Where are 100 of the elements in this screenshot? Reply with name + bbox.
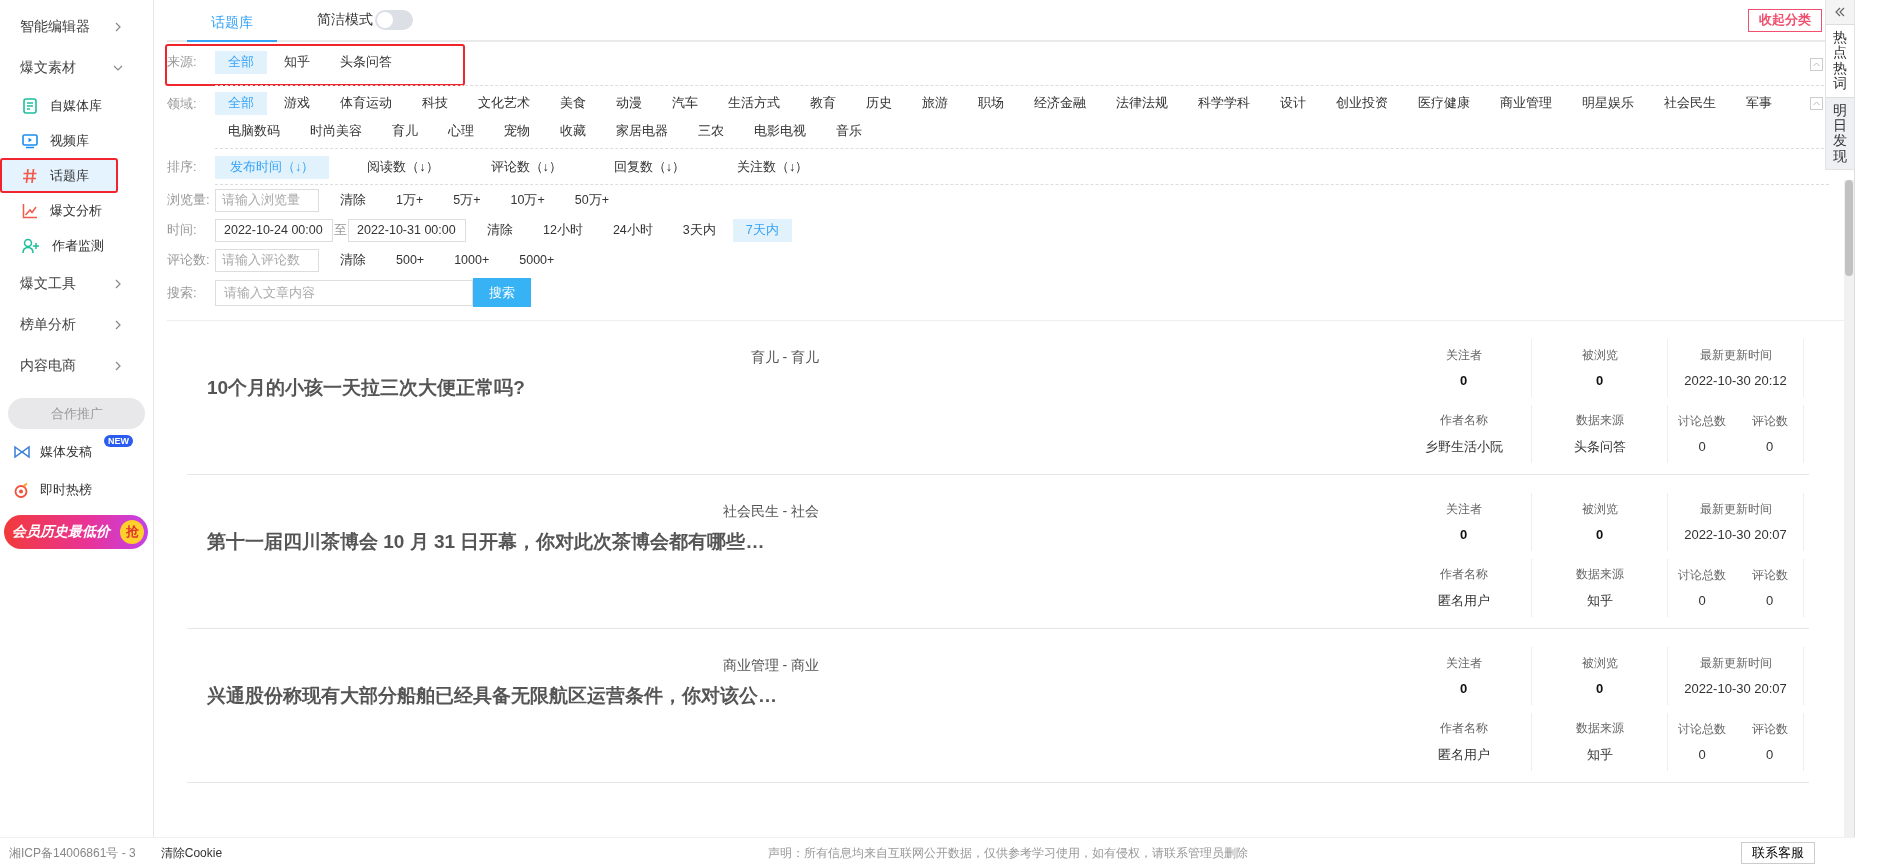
- double-chevron-icon[interactable]: [1834, 6, 1846, 18]
- filter-option[interactable]: 设计: [1267, 92, 1319, 115]
- filter-option[interactable]: 时尚美容: [297, 120, 375, 143]
- filter-option[interactable]: 医疗健康: [1405, 92, 1483, 115]
- filter-option[interactable]: 50万+: [561, 188, 622, 212]
- sidebar-group[interactable]: 榜单分析: [0, 304, 153, 345]
- filter-option[interactable]: 法律法规: [1103, 92, 1181, 115]
- sidebar-item[interactable]: 即时热榜: [0, 471, 153, 509]
- sidebar-group[interactable]: 爆文素材: [0, 47, 153, 88]
- filter-option[interactable]: 24小时: [599, 218, 666, 242]
- filter-option[interactable]: 科技: [409, 92, 461, 115]
- filter-option[interactable]: 游戏: [271, 92, 323, 115]
- clear-cookie-link[interactable]: 清除Cookie: [160, 844, 223, 862]
- filter-option[interactable]: 动漫: [603, 92, 655, 115]
- contact-button[interactable]: 联系客服: [1741, 842, 1815, 864]
- clear-link[interactable]: 清除: [327, 188, 379, 212]
- filter-option[interactable]: 家居电器: [603, 120, 681, 143]
- filter-option[interactable]: 5000+: [506, 248, 568, 272]
- range-separator: 至: [334, 221, 347, 239]
- filter-option[interactable]: 宠物: [491, 120, 543, 143]
- filter-option[interactable]: 5万+: [440, 188, 494, 212]
- chevron-icon: [113, 278, 123, 289]
- sidebar-item[interactable]: 自媒体库: [0, 88, 153, 123]
- filter-option[interactable]: 军事: [1733, 92, 1785, 115]
- stat-value: 匿名用户: [1437, 591, 1490, 610]
- filter-option[interactable]: 生活方式: [715, 92, 793, 115]
- start-date-input[interactable]: 2022-10-24 00:00: [215, 218, 333, 242]
- sidebar-group[interactable]: 爆文工具: [0, 263, 153, 304]
- filter-option[interactable]: 汽车: [659, 92, 711, 115]
- filter-option[interactable]: 三农: [685, 120, 737, 143]
- filter-option[interactable]: 心理: [435, 120, 487, 143]
- topic-title[interactable]: 第十一届四川茶博会 10 月 31 日开幕，你对此次茶博会都有哪些…: [207, 529, 907, 555]
- filter-option[interactable]: 美食: [547, 92, 599, 115]
- filter-option[interactable]: 电影电视: [741, 120, 819, 143]
- sidebar-group[interactable]: 内容电商: [0, 345, 153, 386]
- filter-option[interactable]: 音乐: [823, 120, 875, 143]
- filter-option[interactable]: 经济金融: [1021, 92, 1099, 115]
- filter-option[interactable]: 社会民生: [1651, 92, 1729, 115]
- filter-option[interactable]: 收藏: [547, 120, 599, 143]
- end-date-input[interactable]: 2022-10-31 00:00: [348, 218, 466, 242]
- filter-option[interactable]: 电脑数码: [215, 120, 293, 143]
- filter-option[interactable]: 职场: [965, 92, 1017, 115]
- filter-option[interactable]: 教育: [797, 92, 849, 115]
- sidebar-item[interactable]: 视频库: [0, 123, 153, 158]
- filter-option[interactable]: 文化艺术: [465, 92, 543, 115]
- filter-option[interactable]: 旅游: [909, 92, 961, 115]
- stat-value: 0: [1765, 747, 1774, 762]
- sidebar-item[interactable]: 爆文分析: [0, 193, 153, 228]
- toggle-switch[interactable]: [375, 10, 413, 30]
- filter-option[interactable]: 3天内: [669, 218, 729, 242]
- filter-option[interactable]: 500+: [383, 248, 438, 272]
- side-tab[interactable]: 明日发现: [1826, 96, 1854, 170]
- filter-option[interactable]: 12小时: [530, 218, 596, 242]
- side-tab[interactable]: 热点热词: [1826, 24, 1854, 97]
- filter-option[interactable]: 明星娱乐: [1569, 92, 1647, 115]
- scrollbar[interactable]: [1844, 180, 1854, 838]
- topic-title[interactable]: 10个月的小孩一天拉三次大便正常吗?: [207, 375, 907, 401]
- views-input[interactable]: 请输入浏览量: [215, 188, 319, 212]
- search-field[interactable]: 请输入文章内容: [215, 279, 473, 306]
- filter-label: 时间:: [167, 221, 198, 239]
- stat-value: 0: [1595, 373, 1604, 388]
- stat-value: 0: [1698, 593, 1706, 608]
- sidebar-item[interactable]: 媒体发稿 NEW: [0, 433, 153, 471]
- stat-label: 作者名称: [1439, 412, 1488, 428]
- filter-option[interactable]: 头条问答: [327, 50, 405, 74]
- stat-value: 0: [1459, 681, 1468, 696]
- sort-option[interactable]: 回复数（↓）: [599, 155, 699, 179]
- filter-label: 领域:: [167, 95, 198, 113]
- stat-value: 2022-10-30 20:07: [1684, 527, 1787, 542]
- sidebar-group[interactable]: 智能编辑器: [0, 6, 153, 47]
- hashtag-icon: [22, 167, 38, 184]
- filter-option[interactable]: 科学学科: [1185, 92, 1263, 115]
- filter-option[interactable]: 知乎: [271, 50, 323, 74]
- topic-title[interactable]: 兴通股份称现有大部分船舶已经具备无限航区运营条件，你对该公…: [207, 683, 907, 709]
- sort-option[interactable]: 评论数（↓）: [476, 155, 576, 179]
- filter-option[interactable]: 商业管理: [1487, 92, 1565, 115]
- collapse-icon[interactable]: [1810, 57, 1823, 71]
- clear-link[interactable]: 清除: [474, 218, 526, 242]
- stat-value: 0: [1595, 681, 1604, 696]
- filter-option[interactable]: 育儿: [379, 120, 431, 143]
- group-label: 榜单分析: [20, 315, 76, 334]
- filter-option[interactable]: 历史: [853, 92, 905, 115]
- stat-value: 匿名用户: [1437, 745, 1490, 764]
- sort-option[interactable]: 阅读数（↓）: [353, 155, 453, 179]
- sidebar-item[interactable]: 话题库: [0, 158, 118, 193]
- group-label: 内容电商: [20, 356, 76, 375]
- promo-banner[interactable]: 会员历史最低价 抢: [4, 515, 148, 549]
- sidebar-item[interactable]: 作者监测: [0, 228, 153, 263]
- comments-input[interactable]: 请输入评论数: [215, 248, 319, 272]
- collapse-icon[interactable]: [1810, 97, 1823, 110]
- filter-option[interactable]: 1000+: [441, 248, 503, 272]
- filter-option[interactable]: 体育运动: [327, 92, 405, 115]
- icp-number[interactable]: 湘ICP备14006861号 - 3: [9, 844, 136, 862]
- filter-option[interactable]: 1万+: [383, 188, 437, 212]
- filter-option[interactable]: 创业投资: [1323, 92, 1401, 115]
- stat-label: 作者名称: [1439, 566, 1488, 582]
- clear-link[interactable]: 清除: [327, 248, 379, 272]
- group-label: 爆文工具: [20, 274, 76, 293]
- filter-option[interactable]: 10万+: [497, 188, 558, 212]
- sort-option[interactable]: 关注数（↓）: [723, 155, 823, 179]
